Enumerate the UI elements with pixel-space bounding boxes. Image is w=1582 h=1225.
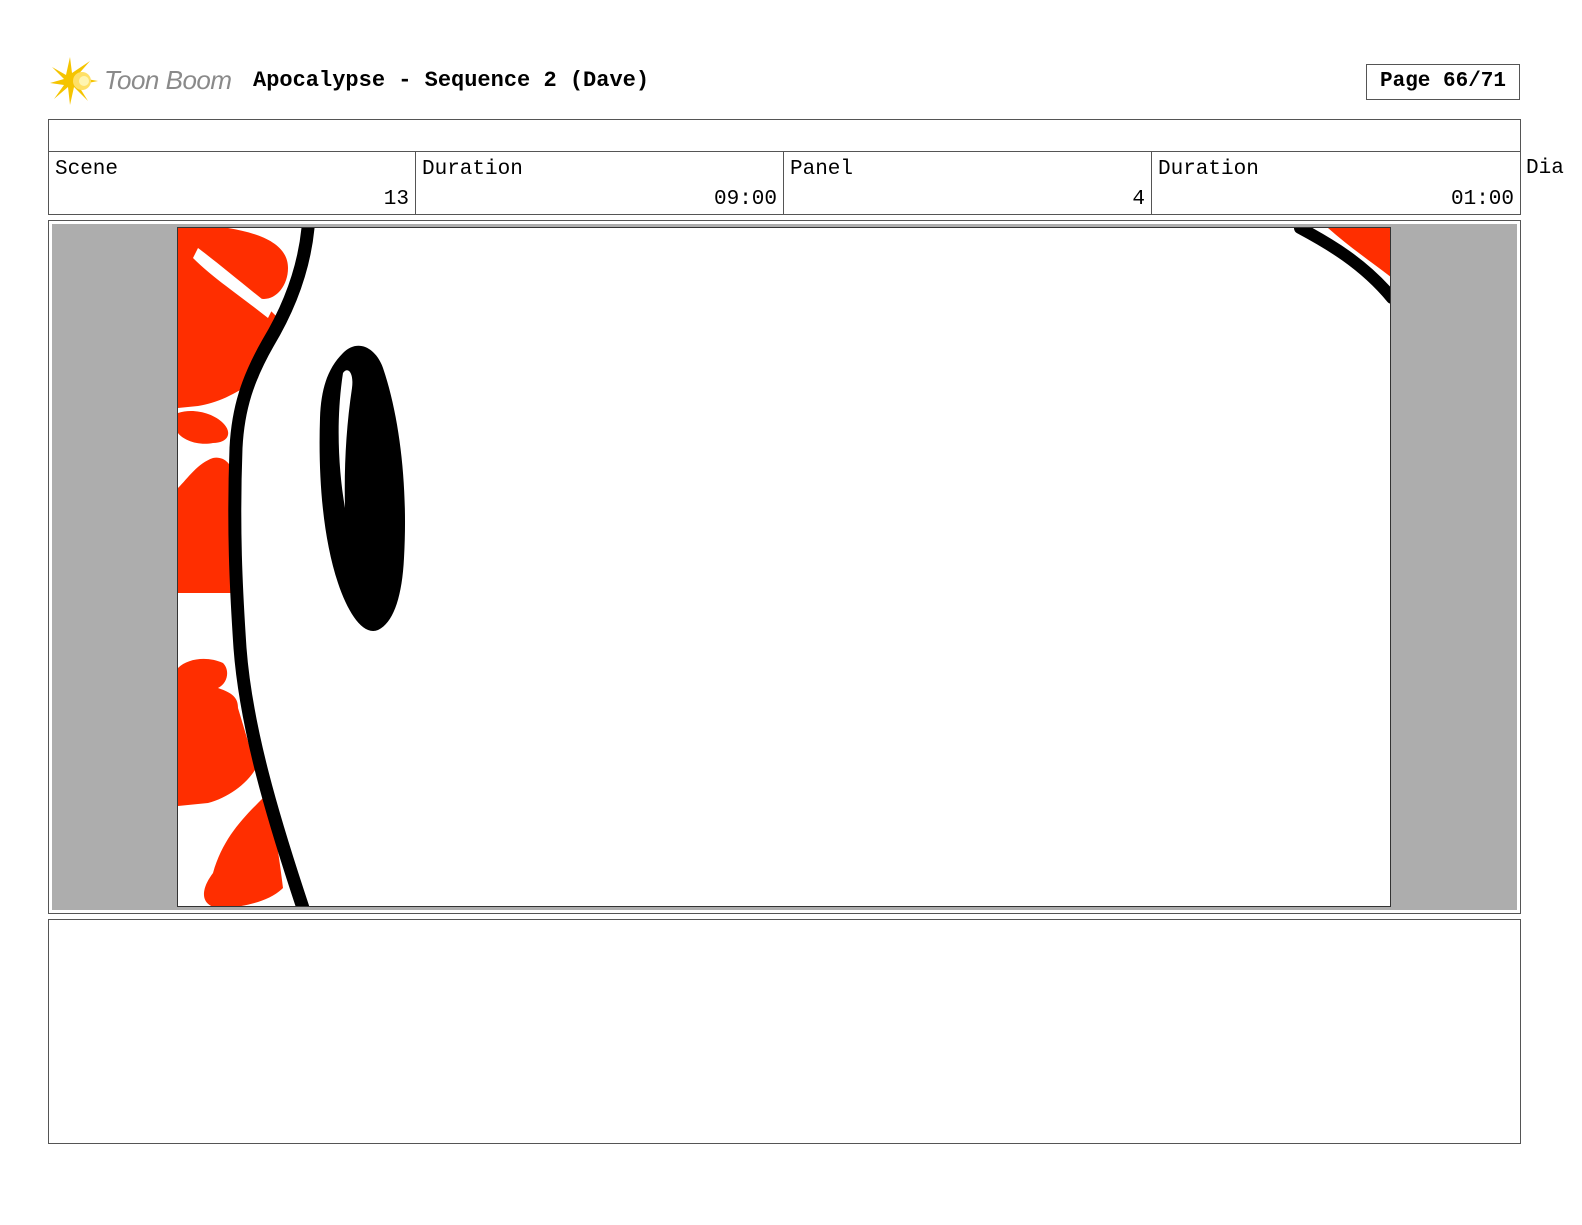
panel-label: Panel — [790, 158, 854, 181]
scene-cell: Scene 13 — [48, 151, 416, 215]
storyboard-panel-drawing — [177, 227, 1391, 907]
panel-cell: Panel 4 — [783, 151, 1152, 215]
logo-text: Toon Boom — [104, 65, 232, 95]
page-number: Page 66/71 — [1366, 64, 1520, 100]
scene-label: Scene — [55, 158, 119, 181]
starburst-icon — [50, 57, 98, 105]
panel-value: 4 — [1132, 188, 1145, 211]
panel-duration-label: Duration — [1158, 158, 1259, 181]
scene-duration-cell: Duration 09:00 — [415, 151, 784, 215]
panel-sketch — [178, 228, 1390, 906]
scene-duration-label: Duration — [422, 158, 523, 181]
scene-value: 13 — [383, 188, 409, 211]
scene-duration-value: 09:00 — [713, 188, 777, 211]
toon-boom-logo: Toon Boom — [50, 55, 240, 107]
panel-duration-value: 01:00 — [1450, 188, 1514, 211]
dialog-label: Dia — [1526, 157, 1564, 180]
action-notes-box[interactable] — [48, 919, 1521, 1144]
document-title: Apocalypse - Sequence 2 (Dave) — [253, 68, 650, 93]
header-bar — [48, 119, 1521, 152]
panel-duration-cell: Duration 01:00 — [1151, 151, 1521, 215]
